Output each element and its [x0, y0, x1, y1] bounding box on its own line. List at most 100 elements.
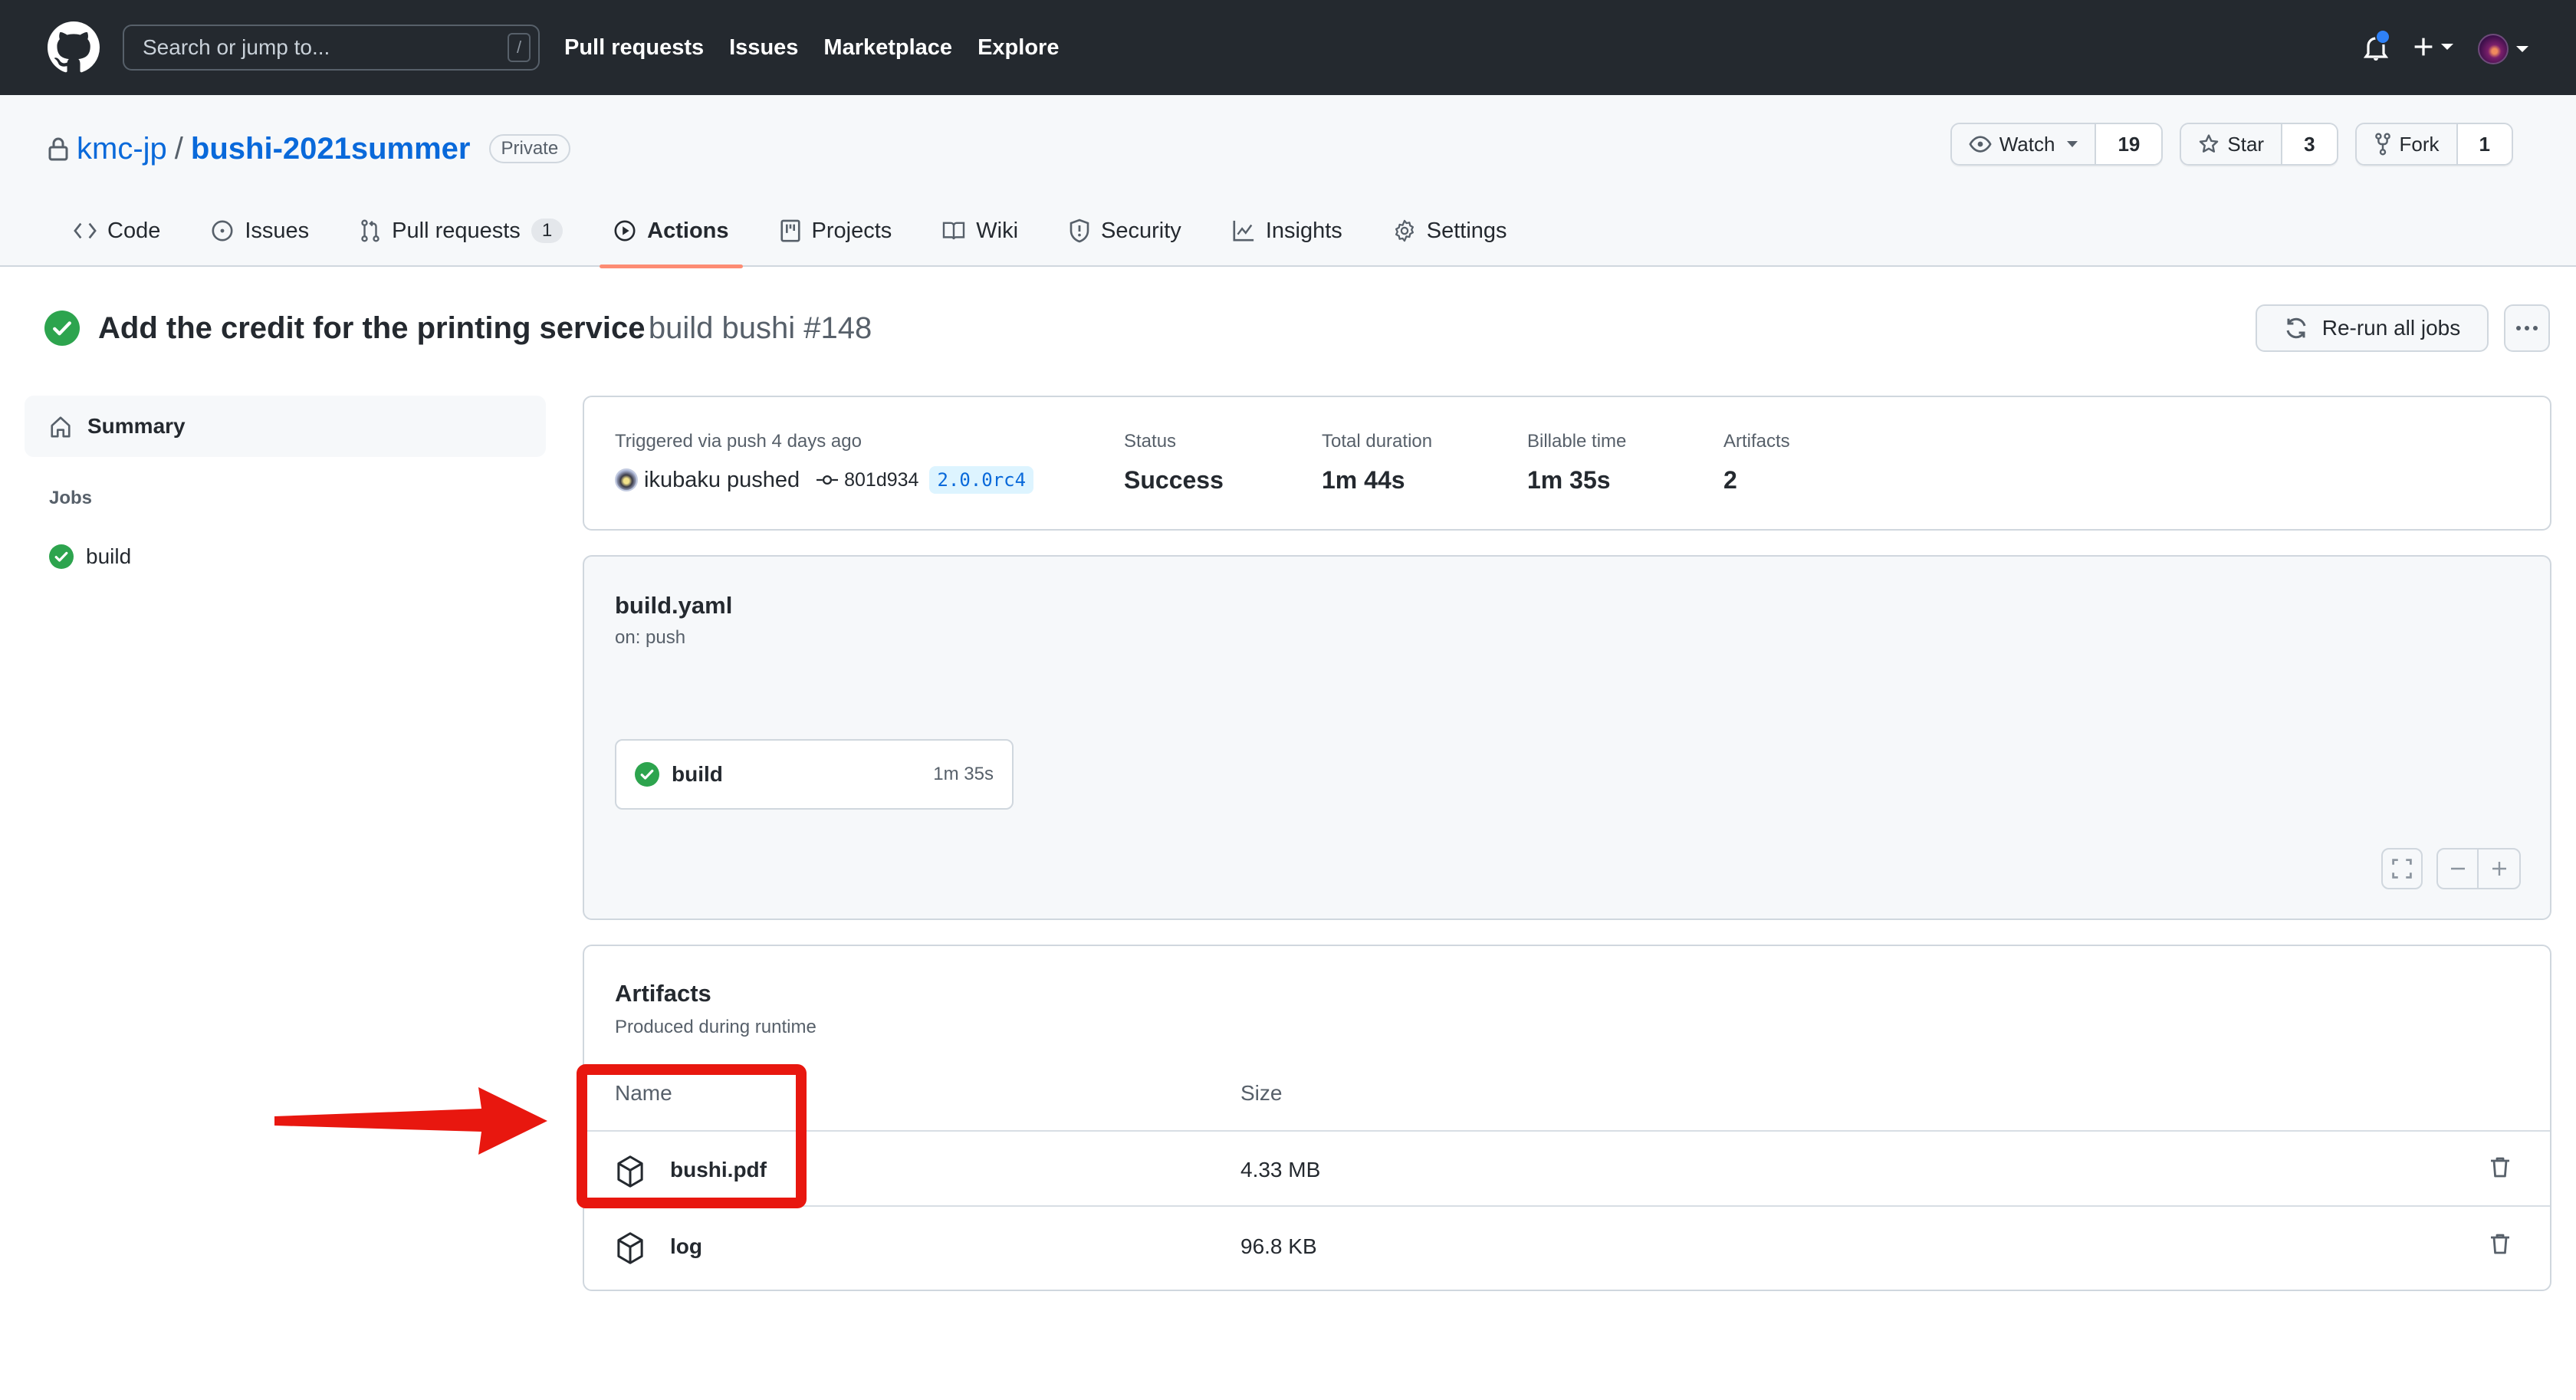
workflow-file-name: build.yaml: [615, 592, 733, 619]
tab-label: Settings: [1426, 218, 1507, 243]
user-link[interactable]: ikubaku: [644, 468, 721, 493]
run-subtitle: build bushi #148: [648, 311, 872, 345]
tab-wiki[interactable]: Wiki: [928, 195, 1032, 267]
user-avatar[interactable]: [615, 468, 638, 491]
trigger-info: Triggered via push 4 days ago ikubaku pu…: [615, 431, 1034, 494]
nav-marketplace[interactable]: Marketplace: [823, 35, 952, 61]
star-button[interactable]: Star: [2181, 124, 2283, 164]
minus-icon: [2450, 867, 2465, 870]
zoom-controls: [2436, 848, 2521, 889]
screen-full-icon: [2392, 859, 2412, 879]
zoom-out-button[interactable]: [2438, 850, 2479, 888]
tab-security[interactable]: Security: [1055, 195, 1195, 267]
status-label: Status: [1124, 431, 1177, 452]
issue-icon: [212, 220, 233, 242]
sidebar-item-build[interactable]: build: [49, 544, 131, 569]
tab-code[interactable]: Code: [60, 195, 174, 267]
star-count[interactable]: 3: [2282, 124, 2337, 164]
fork-count[interactable]: 1: [2457, 124, 2512, 164]
chevron-down-icon: [2516, 46, 2528, 52]
artifacts-subtitle: Produced during runtime: [615, 1017, 816, 1037]
pull-request-counter: 1: [531, 219, 564, 243]
breadcrumb: kmc-jp / bushi-2021summer Private: [48, 126, 571, 172]
more-options-button[interactable]: [2504, 304, 2550, 352]
tab-insights[interactable]: Insights: [1218, 195, 1356, 267]
sidebar-summary-label: Summary: [87, 414, 186, 438]
commit-sha-link[interactable]: 801d934: [844, 469, 918, 491]
watch-count[interactable]: 19: [2096, 124, 2162, 164]
rerun-all-jobs-button[interactable]: Re-run all jobs: [2256, 304, 2489, 352]
trigger-label: Triggered via push 4 days ago: [615, 431, 862, 452]
sync-icon: [2286, 317, 2306, 339]
tab-settings[interactable]: Settings: [1379, 195, 1521, 267]
job-node-build[interactable]: build 1m 35s: [615, 739, 1014, 810]
artifact-download-link[interactable]: bushi.pdf: [670, 1158, 767, 1182]
visibility-badge: Private: [488, 134, 571, 163]
artifacts-count-label: Artifacts: [1723, 431, 1790, 452]
search-input[interactable]: [143, 26, 449, 69]
tab-actions[interactable]: Actions: [600, 195, 743, 268]
billable-label: Billable time: [1527, 431, 1627, 452]
sidebar-item-summary[interactable]: Summary: [25, 396, 546, 457]
annotation-arrow-icon: [274, 1087, 547, 1155]
global-nav: Pull requests Issues Marketplace Explore: [564, 0, 1084, 95]
watch-button[interactable]: Watch: [1951, 124, 2097, 164]
dot: [2533, 326, 2538, 330]
chevron-down-icon: [2441, 44, 2453, 50]
billable-value: 1m 35s: [1527, 466, 1611, 494]
fit-to-screen-button[interactable]: [2381, 848, 2423, 889]
search-box[interactable]: /: [123, 25, 540, 71]
pull-request-icon: [361, 219, 380, 242]
artifacts-title: Artifacts: [615, 980, 711, 1007]
package-icon: [617, 1155, 643, 1188]
tab-projects[interactable]: Projects: [766, 195, 906, 267]
breadcrumb-separator: /: [174, 131, 183, 166]
tab-label: Wiki: [976, 218, 1019, 243]
fork-button-group: Fork 1: [2354, 123, 2513, 166]
zoom-in-button[interactable]: [2479, 850, 2519, 888]
watch-label: Watch: [1999, 132, 2055, 156]
trash-icon[interactable]: [2489, 1231, 2512, 1256]
tab-label: Security: [1101, 218, 1181, 243]
tab-issues[interactable]: Issues: [197, 195, 323, 267]
nav-issues[interactable]: Issues: [729, 35, 798, 61]
fork-button[interactable]: Fork: [2356, 124, 2458, 164]
package-icon: [617, 1232, 643, 1264]
create-new-button[interactable]: [2413, 37, 2453, 57]
tag-badge[interactable]: 2.0.0rc4: [929, 466, 1034, 494]
nav-pull-requests[interactable]: Pull requests: [564, 35, 704, 61]
workflow-trigger: on: push: [615, 627, 686, 648]
tab-label: Issues: [245, 218, 310, 243]
artifact-size: 4.33 MB: [1240, 1158, 1321, 1181]
code-icon: [74, 222, 97, 239]
trash-icon[interactable]: [2489, 1155, 2512, 1179]
sidebar-job-label: build: [86, 544, 132, 568]
book-icon: [943, 222, 965, 240]
column-header-name: Name: [615, 1081, 672, 1105]
repo-name-link[interactable]: bushi-2021summer: [191, 132, 471, 166]
github-logo-icon[interactable]: [48, 21, 100, 74]
star-icon: [2200, 134, 2219, 153]
nav-explore[interactable]: Explore: [978, 35, 1059, 61]
sidebar-jobs-heading: Jobs: [49, 488, 93, 508]
repo-header: kmc-jp / bushi-2021summer Private Watch …: [0, 95, 2576, 268]
repo-owner-link[interactable]: kmc-jp: [77, 132, 167, 166]
tab-pull-requests[interactable]: Pull requests 1: [346, 195, 577, 267]
eye-icon: [1969, 136, 1992, 153]
star-label: Star: [2227, 132, 2265, 156]
artifact-download-link[interactable]: log: [670, 1234, 702, 1259]
play-icon: [614, 220, 636, 242]
success-check-icon: [44, 311, 80, 346]
tab-label: Actions: [647, 218, 729, 243]
run-title: Add the credit for the printing service: [98, 311, 646, 345]
user-avatar-menu[interactable]: [2478, 34, 2509, 64]
plus-icon: [2492, 862, 2506, 876]
artifact-size: 96.8 KB: [1240, 1234, 1317, 1258]
repo-tabs: Code Issues Pull requests 1 Actions Proj…: [60, 195, 1544, 268]
billable-info: Billable time 1m 35s: [1527, 431, 1626, 495]
run-summary-card: Triggered via push 4 days ago ikubaku pu…: [583, 396, 2551, 531]
job-name: build: [672, 762, 723, 786]
artifacts-count-value[interactable]: 2: [1723, 466, 1790, 495]
plus-icon: [2414, 38, 2433, 56]
run-heading: Add the credit for the printing service …: [44, 307, 872, 350]
